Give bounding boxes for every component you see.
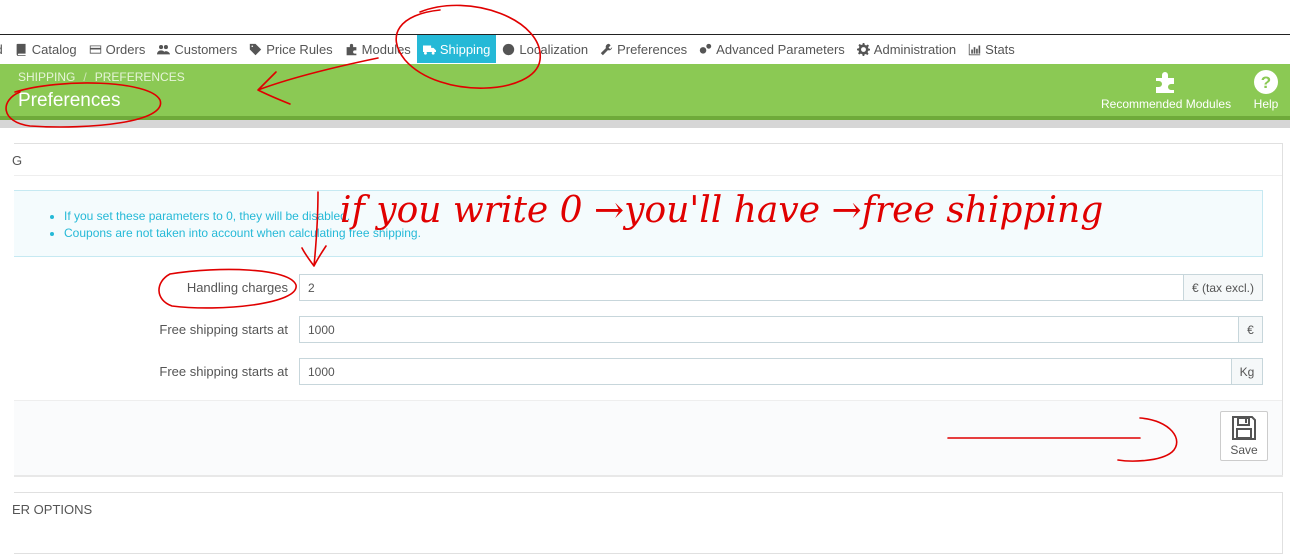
shipping-handling-panel: G If you set these parameters to 0, they… (12, 143, 1283, 475)
nav-item-localization[interactable]: Localization (496, 35, 594, 63)
free-shipping-weight-unit: Kg (1231, 358, 1263, 385)
truck-icon (422, 44, 436, 55)
nav-item-orders[interactable]: Orders (83, 35, 152, 63)
nav-item-catalog[interactable]: Catalog (9, 35, 83, 63)
users-icon (157, 44, 171, 54)
breadcrumb-shipping[interactable]: SHIPPING (18, 70, 75, 84)
help-icon: ? (1254, 70, 1278, 94)
nav-item-label: Localization (519, 41, 589, 57)
panel-heading-text: G (12, 153, 23, 168)
panel-heading: G (12, 144, 1282, 176)
save-button[interactable]: Save (1220, 411, 1268, 461)
nav-item-label: Orders (105, 41, 146, 57)
gear-icon (856, 42, 870, 56)
nav-item-dashboard[interactable]: ard (0, 35, 9, 63)
page-header (0, 64, 1290, 116)
nav-item-modules[interactable]: Modules (339, 35, 417, 63)
credit-card-icon (89, 44, 101, 54)
handling-charges-input[interactable] (299, 274, 1183, 301)
nav-item-administration[interactable]: Administration (851, 35, 962, 63)
handling-charges-unit: € (tax excl.) (1183, 274, 1263, 301)
breadcrumb-separator: / (83, 70, 87, 84)
nav-item-customers[interactable]: Customers (151, 35, 243, 63)
free-shipping-weight-label: Free shipping starts at (159, 364, 288, 379)
recommended-modules-button[interactable]: Recommended Modules (1101, 69, 1231, 111)
free-shipping-price-row: Free shipping starts at € (14, 316, 1282, 343)
handling-charges-row: Handling charges € (tax excl.) (14, 274, 1282, 301)
nav-item-advanced-parameters[interactable]: Advanced Parameters (693, 35, 851, 63)
save-icon (1232, 416, 1256, 440)
free-shipping-price-unit: € (1238, 316, 1263, 343)
nav-item-price-rules[interactable]: Price Rules (243, 35, 338, 63)
help-label: Help (1253, 97, 1279, 111)
nav-item-label: Advanced Parameters (716, 41, 845, 57)
alert-item: If you set these parameters to 0, they w… (64, 208, 421, 225)
globe-icon (503, 43, 515, 55)
tag-icon (250, 43, 262, 55)
nav-item-label: Price Rules (266, 41, 333, 57)
main-menu: ard Catalog Orders Customers Price Rules… (0, 34, 1290, 63)
panel2-heading: ER OPTIONS (12, 502, 93, 517)
free-shipping-weight-row: Free shipping starts at Kg (14, 358, 1282, 385)
free-shipping-price-label: Free shipping starts at (159, 322, 288, 337)
puzzle-icon (1156, 72, 1175, 93)
nav-item-shipping[interactable]: Shipping (416, 35, 497, 63)
nav-item-label: ard (0, 42, 3, 57)
page-title: Preferences (18, 90, 121, 111)
nav-item-label: Stats (985, 41, 1015, 57)
nav-item-label: Shipping (439, 41, 491, 57)
wrench-icon (600, 43, 613, 55)
cogs-icon (699, 43, 712, 54)
nav-item-label: Administration (873, 41, 957, 57)
recommended-modules-label: Recommended Modules (1101, 97, 1232, 111)
svg-text:?: ? (1261, 73, 1271, 92)
breadcrumb-preferences[interactable]: PREFERENCES (95, 70, 185, 84)
puzzle-icon (346, 43, 357, 55)
nav-item-preferences[interactable]: Preferences (594, 35, 693, 63)
panel-footer: Save (14, 400, 1282, 475)
nav-item-label: Preferences (617, 41, 688, 57)
nav-item-stats[interactable]: Stats (962, 35, 1021, 63)
info-alert: If you set these parameters to 0, they w… (14, 190, 1263, 257)
handling-charges-label: Handling charges (186, 280, 288, 295)
free-shipping-weight-input[interactable] (299, 358, 1231, 385)
breadcrumb: SHIPPING / PREFERENCES (18, 70, 185, 84)
nav-item-label: Catalog (31, 41, 77, 57)
header-shadow (0, 120, 1290, 128)
help-button[interactable]: ? Help (1253, 69, 1279, 111)
bar-chart-icon (968, 43, 981, 55)
save-label: Save (1230, 443, 1258, 457)
nav-item-label: Modules (361, 41, 411, 57)
carrier-options-panel: ER OPTIONS (12, 492, 1283, 554)
book-icon (16, 43, 26, 56)
free-shipping-price-input[interactable] (299, 316, 1238, 343)
alert-item: Coupons are not taken into account when … (64, 225, 421, 242)
nav-item-label: Customers (174, 41, 238, 57)
